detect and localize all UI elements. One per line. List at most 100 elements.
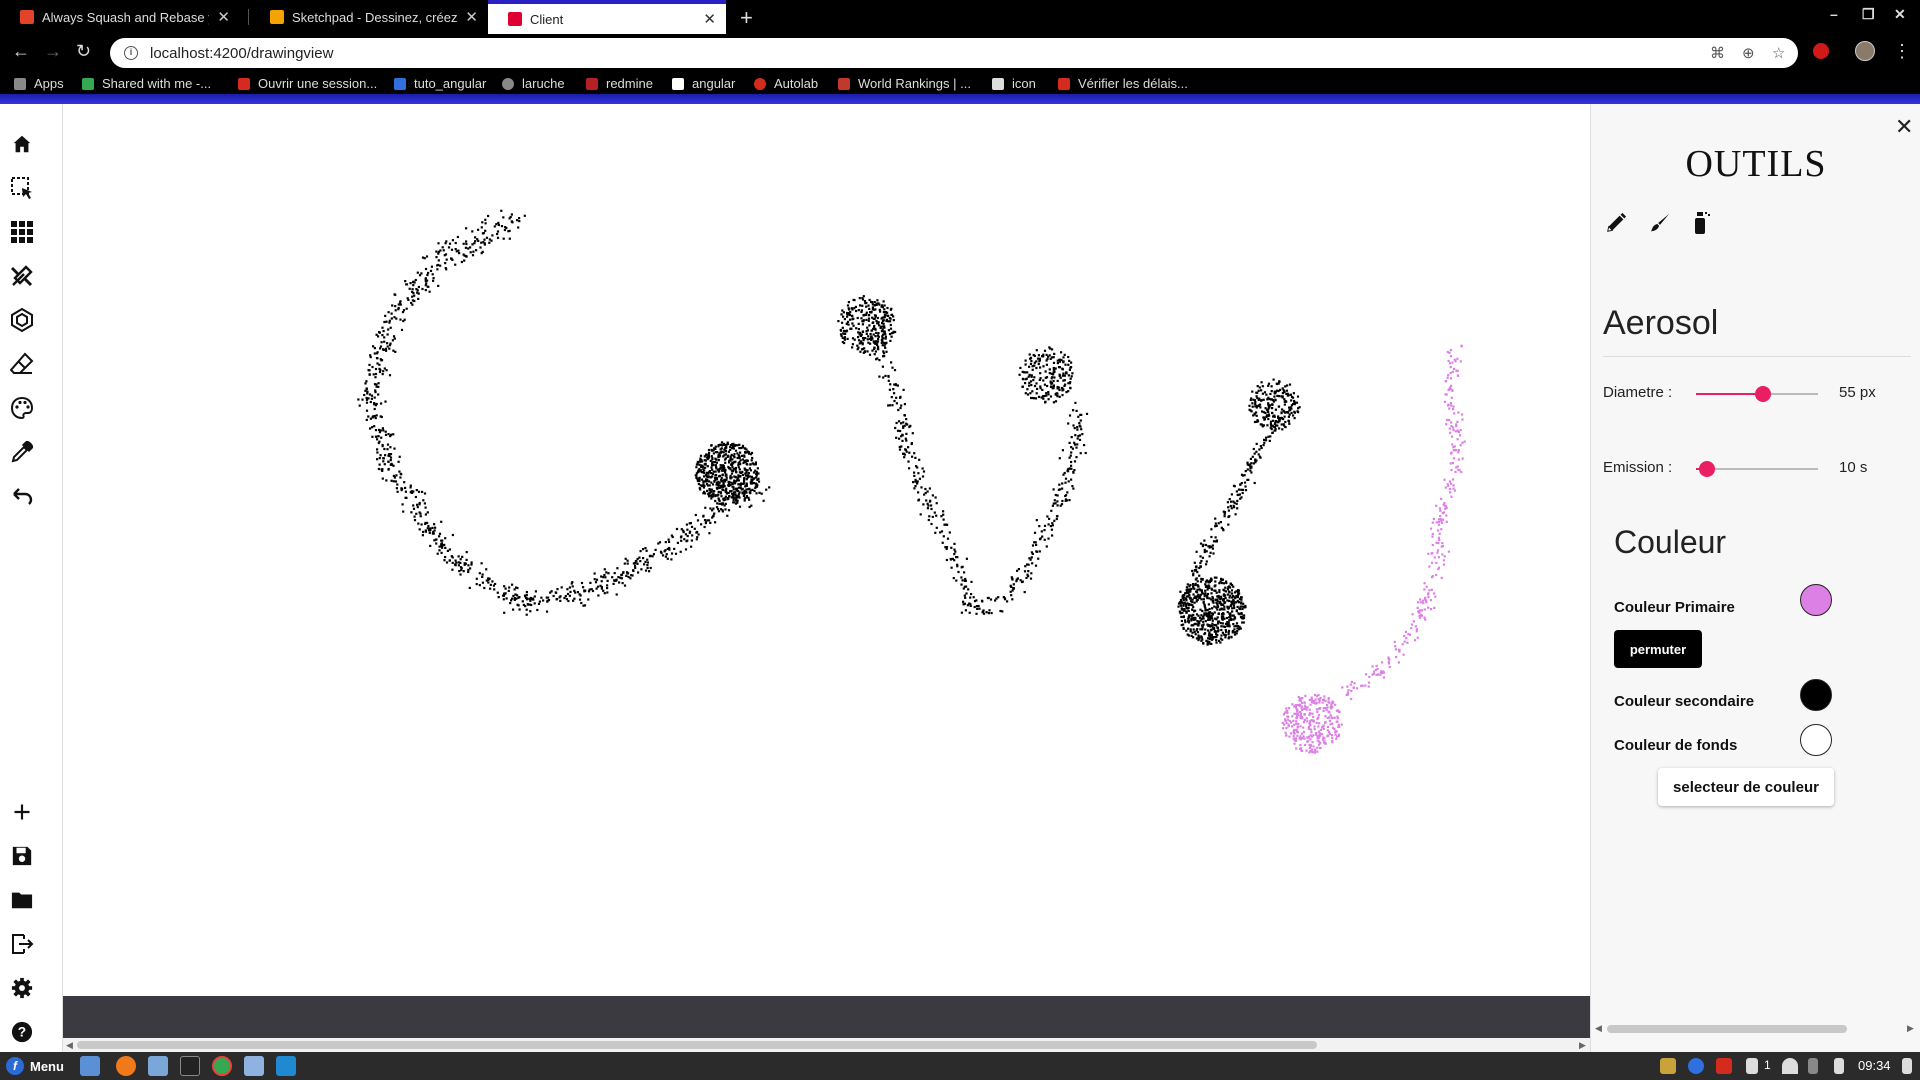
forward-icon[interactable]: → [44, 41, 62, 62]
undo-icon[interactable] [10, 484, 34, 508]
bookmark-icon[interactable]: icon [992, 76, 1036, 91]
tab-close-icon[interactable]: ✕ [217, 8, 230, 26]
diameter-slider[interactable] [1696, 386, 1818, 402]
scroll-left-icon[interactable]: ◀ [66, 1038, 73, 1052]
tab-client[interactable]: Client ✕ [488, 0, 726, 34]
spray-particle [425, 255, 429, 258]
bookmark-apps[interactable]: Apps [14, 76, 64, 91]
reload-icon[interactable]: ↻ [76, 41, 91, 62]
spray-particle [1231, 596, 1234, 599]
wifi-icon[interactable] [1782, 1058, 1798, 1074]
bluetooth-icon[interactable] [1688, 1058, 1704, 1074]
slider-thumb[interactable] [1754, 386, 1771, 402]
background-color-label: Couleur de fonds [1614, 737, 1738, 754]
close-panel-icon[interactable]: ✕ [1895, 114, 1913, 140]
spray-particle [1208, 607, 1211, 611]
primary-color-swatch[interactable] [1800, 584, 1832, 616]
canvas-surface[interactable] [63, 104, 1590, 996]
scroll-right-icon[interactable]: ▶ [1907, 1023, 1914, 1034]
window-close-icon[interactable]: ✕ [1894, 6, 1906, 23]
emission-slider[interactable] [1696, 461, 1818, 477]
mail-icon[interactable] [148, 1056, 168, 1076]
scroll-left-icon[interactable]: ◀ [1595, 1023, 1602, 1034]
pipette-icon[interactable] [10, 440, 34, 464]
spray-particle [1231, 631, 1234, 634]
drawing-canvas[interactable] [63, 104, 1590, 996]
scrollbar-thumb[interactable] [77, 1041, 1317, 1049]
vscode-icon[interactable] [276, 1056, 296, 1076]
bookmark-verifier[interactable]: Vérifier les délais... [1058, 76, 1188, 91]
new-icon[interactable] [10, 800, 34, 824]
spray-particle [852, 324, 855, 327]
minimize-icon[interactable]: – [1830, 6, 1838, 22]
bookmark-ouvrir[interactable]: Ouvrir une session... [238, 76, 377, 91]
tab-close-icon[interactable]: ✕ [465, 8, 478, 26]
open-folder-icon[interactable] [10, 888, 34, 912]
polygon-icon[interactable] [10, 308, 34, 332]
help-icon[interactable]: ? [10, 1020, 34, 1044]
spray-particle [1440, 497, 1443, 500]
tab-sketchpad[interactable]: Sketchpad - Dessinez, créez, par ✕ [250, 0, 488, 34]
spray-particle [462, 570, 465, 573]
bluetooth-tray-icon[interactable] [1808, 1058, 1818, 1074]
bookmark-tuto-angular[interactable]: tuto_angular [394, 76, 486, 91]
scroll-right-icon[interactable]: ▶ [1579, 1038, 1586, 1052]
bookmark-shared[interactable]: Shared with me -... [82, 76, 211, 91]
spray-particle [873, 353, 876, 356]
site-info-icon[interactable]: i [124, 46, 138, 60]
browser-menu-icon[interactable]: ⋮ [1893, 41, 1911, 62]
palette-icon[interactable] [10, 396, 34, 420]
tools-icon[interactable] [10, 264, 34, 288]
flag-canada-icon[interactable] [1716, 1058, 1732, 1074]
eraser-icon[interactable] [10, 352, 34, 376]
battery-icon[interactable] [1834, 1058, 1844, 1074]
spray-particle [1240, 473, 1244, 476]
extension-icon[interactable] [1813, 43, 1829, 59]
start-menu-button[interactable]: f Menu [6, 1057, 64, 1075]
panel-horizontal-scrollbar[interactable]: ◀ ▶ [1591, 1022, 1920, 1036]
profile-avatar[interactable] [1855, 41, 1875, 61]
zoom-icon[interactable]: ⊕ [1742, 44, 1755, 62]
background-color-swatch[interactable] [1800, 724, 1832, 756]
file-manager-icon[interactable] [80, 1056, 100, 1076]
package-icon[interactable] [1660, 1058, 1676, 1074]
save-icon[interactable] [10, 844, 34, 868]
notification-icon[interactable] [1746, 1058, 1758, 1074]
bookmark-world-rankings[interactable]: World Rankings | ... [838, 76, 971, 91]
bookmark-star-icon[interactable]: ☆ [1772, 44, 1785, 62]
tab-always-squash[interactable]: Always Squash and Rebase your ✕ [0, 0, 240, 34]
bookmark-angular[interactable]: angular [672, 76, 735, 91]
settings-icon[interactable] [10, 976, 34, 1000]
tab-close-icon[interactable]: ✕ [703, 10, 716, 28]
spray-particle [397, 460, 400, 463]
chrome-icon[interactable] [212, 1056, 232, 1076]
back-icon[interactable]: ← [12, 41, 30, 62]
scrollbar-thumb[interactable] [1607, 1025, 1847, 1033]
swap-colors-button[interactable]: permuter [1614, 630, 1702, 668]
color-picker-button[interactable]: selecteur de couleur [1658, 768, 1834, 806]
select-icon[interactable] [10, 176, 34, 200]
slider-thumb[interactable] [1699, 461, 1716, 477]
brush-icon[interactable] [1647, 210, 1673, 236]
canvas-horizontal-scrollbar[interactable]: ◀ ▶ [63, 1038, 1590, 1052]
bookmark-autolab[interactable]: Autolab [754, 76, 818, 91]
terminal-icon[interactable] [180, 1056, 200, 1076]
home-icon[interactable] [10, 132, 34, 156]
pencil-icon[interactable] [1603, 210, 1629, 236]
spray-particle [1427, 606, 1430, 609]
maximize-icon[interactable]: ❐ [1862, 6, 1875, 23]
firefox-icon[interactable] [116, 1056, 136, 1076]
address-bar[interactable]: i localhost:4200/drawingview ⌘ ⊕ ☆ [110, 38, 1798, 68]
export-icon[interactable] [10, 932, 34, 956]
folder-icon[interactable] [244, 1056, 264, 1076]
bookmark-laruche[interactable]: laruche [502, 76, 565, 91]
translate-icon[interactable]: ⌘ [1710, 44, 1725, 62]
grid-icon[interactable] [10, 220, 34, 244]
bookmark-redmine[interactable]: redmine [586, 76, 653, 91]
new-tab-icon[interactable]: + [740, 5, 753, 31]
spray-can-icon[interactable] [1689, 210, 1715, 236]
secondary-color-swatch[interactable] [1800, 679, 1832, 711]
spray-particle [1205, 614, 1209, 617]
spray-particle [485, 568, 488, 571]
sound-icon[interactable] [1902, 1058, 1912, 1074]
